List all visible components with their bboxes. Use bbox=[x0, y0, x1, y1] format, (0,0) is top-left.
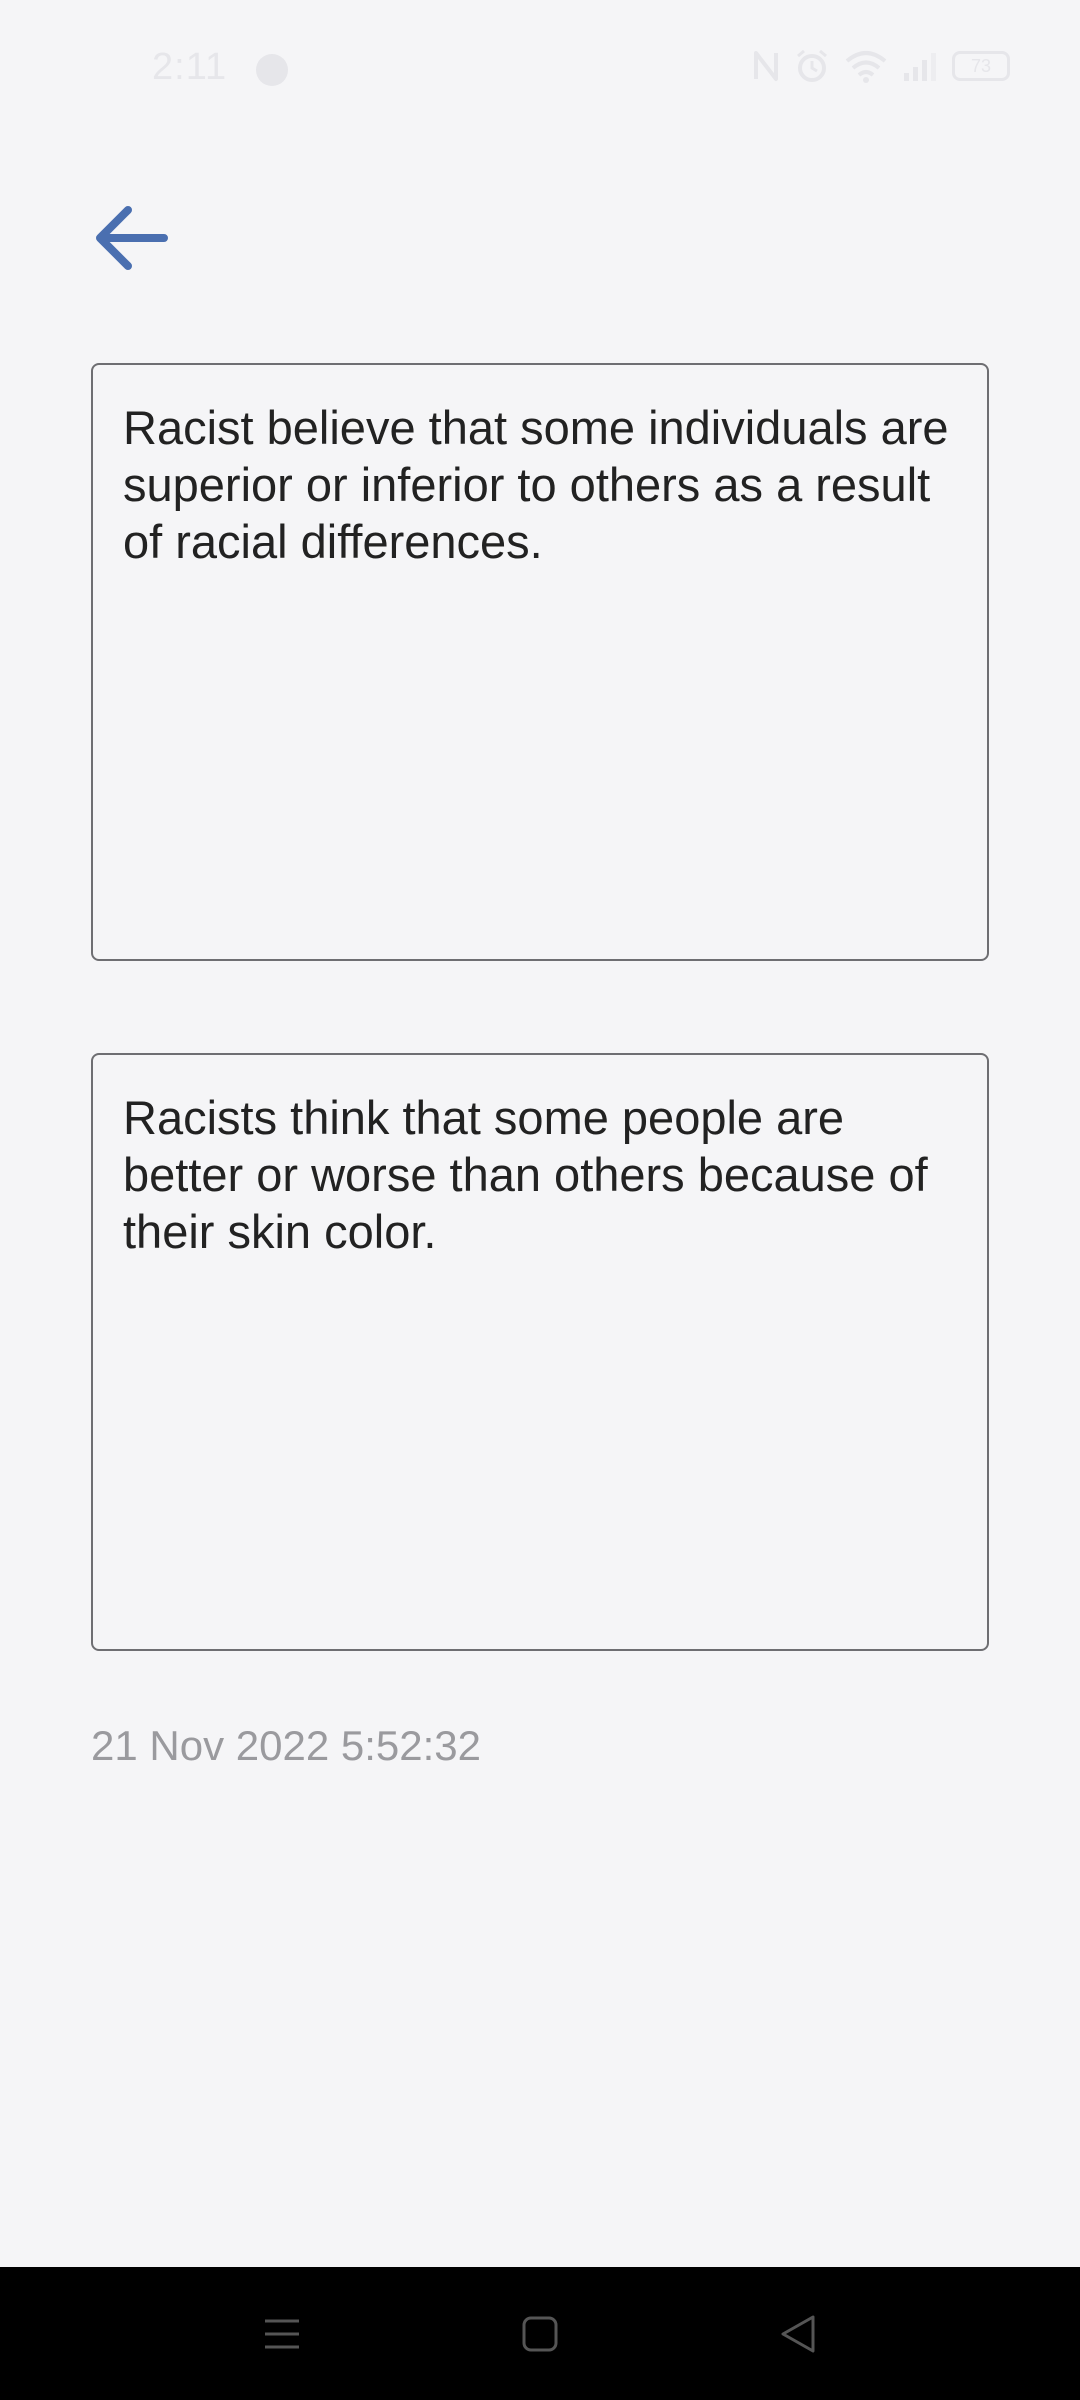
back-triangle-icon bbox=[781, 2315, 815, 2352]
back-button[interactable] bbox=[82, 190, 178, 286]
messenger-icon bbox=[256, 54, 288, 86]
alarm-icon bbox=[797, 49, 827, 82]
battery-level: 73 bbox=[970, 55, 992, 76]
paraphrase-text-card[interactable]: Racists think that some people are bette… bbox=[91, 1053, 989, 1651]
nav-menu-button[interactable] bbox=[222, 2267, 342, 2400]
menu-icon bbox=[265, 2319, 299, 2348]
source-text: Racist believe that some individuals are… bbox=[123, 401, 949, 568]
home-icon bbox=[522, 2316, 558, 2351]
status-time: 2:11 bbox=[152, 46, 228, 88]
navigation-bar bbox=[0, 2267, 1080, 2400]
paraphrase-text: Racists think that some people are bette… bbox=[123, 1091, 928, 1258]
battery-icon: 73 bbox=[952, 51, 1010, 81]
nav-home-button[interactable] bbox=[480, 2267, 600, 2400]
signal-icon bbox=[904, 53, 936, 81]
nav-back-button[interactable] bbox=[738, 2267, 858, 2400]
timestamp: 21 Nov 2022 5:52:32 bbox=[91, 1722, 481, 1769]
status-bar: 2:11 73 bbox=[0, 0, 1080, 140]
wifi-icon bbox=[845, 51, 887, 83]
arrow-left-icon bbox=[96, 206, 168, 270]
status-icons: 73 bbox=[752, 48, 1010, 84]
nfc-icon bbox=[754, 51, 778, 81]
source-text-card[interactable]: Racist believe that some individuals are… bbox=[91, 363, 989, 961]
